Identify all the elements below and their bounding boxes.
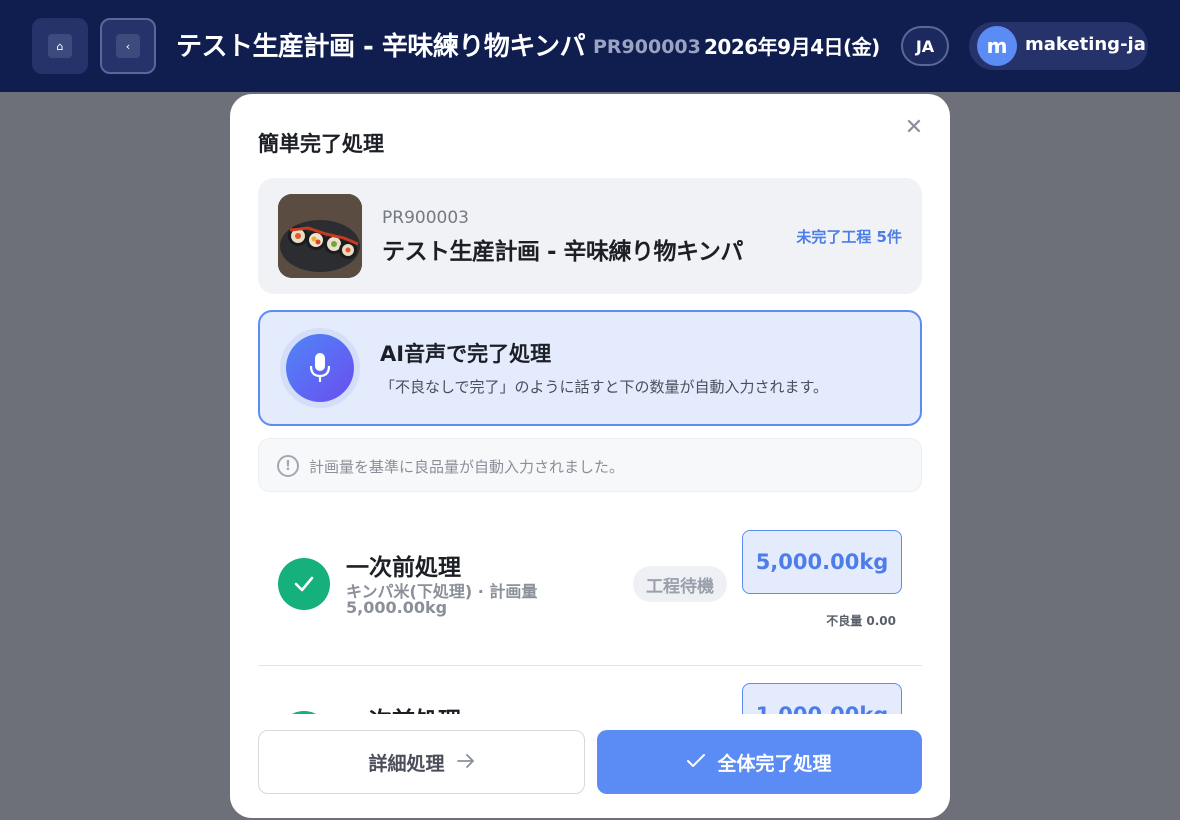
modal-title: 簡単完了処理 <box>258 132 384 156</box>
username: maketing-ja <box>1025 34 1146 55</box>
app-header: ⌂ ‹ テスト生産計画 - 辛味練り物キンパ PR900003 2026年9月4… <box>0 0 1180 92</box>
plan-code: PR900003 <box>593 36 701 58</box>
ai-voice-panel[interactable]: AI音声で完了処理 「不良なしで完了」のように話すと下の数量が自動入力されます。 <box>258 310 922 426</box>
home-icon: ⌂ <box>48 34 72 58</box>
chevron-left-icon: ‹ <box>116 34 140 58</box>
product-image <box>278 194 362 278</box>
quick-complete-modal: 簡単完了処理 ✕ PR900003 テスト生産計画 - 辛味練り物キンパ 未完了… <box>230 94 950 818</box>
notice-text: 計画量を基準に良品量が自動入力されました。 <box>309 458 625 476</box>
product-card: PR900003 テスト生産計画 - 辛味練り物キンパ 未完了工程 5件 <box>258 178 922 294</box>
page-title: テスト生産計画 - 辛味練り物キンパ <box>176 32 586 62</box>
user-menu[interactable]: m maketing-ja <box>969 22 1148 70</box>
process-subtitle: キンパ米(下処理) · 計画量 5,000.00kg <box>346 582 538 617</box>
check-icon <box>687 751 706 773</box>
microphone-icon[interactable] <box>286 334 354 402</box>
current-date: 2026年9月4日(金) <box>704 35 880 59</box>
process-row[interactable]: 一次前処理 キンパ米(下処理) · 計画量 5,000.00kg 工程待機 5,… <box>258 514 922 666</box>
ai-voice-title: AI音声で完了処理 <box>380 342 552 366</box>
status-badge: 工程待機 <box>633 566 727 602</box>
info-icon: ! <box>277 455 299 477</box>
close-icon[interactable]: ✕ <box>902 116 926 140</box>
complete-all-label: 全体完了処理 <box>717 752 832 775</box>
process-name: 一次前処理 <box>346 555 461 581</box>
language-button[interactable]: JA <box>901 26 949 66</box>
defect-quantity: 不良量 0.00 <box>826 614 896 628</box>
detail-button-label: 詳細処理 <box>368 752 445 775</box>
check-icon[interactable] <box>278 558 330 610</box>
back-button[interactable]: ‹ <box>100 18 156 74</box>
complete-all-button[interactable]: 全体完了処理 <box>597 730 922 794</box>
product-name: テスト生産計画 - 辛味練り物キンパ <box>382 239 743 265</box>
auto-fill-notice: ! 計画量を基準に良品量が自動入力されました。 <box>258 438 922 492</box>
product-code: PR900003 <box>382 208 469 228</box>
arrow-right-icon <box>456 751 475 773</box>
home-button[interactable]: ⌂ <box>32 18 88 74</box>
avatar: m <box>977 26 1017 66</box>
detail-process-button[interactable]: 詳細処理 <box>258 730 585 794</box>
remaining-steps-badge: 未完了工程 5件 <box>796 228 902 246</box>
ai-voice-description: 「不良なしで完了」のように話すと下の数量が自動入力されます。 <box>380 378 829 396</box>
quantity-input[interactable]: 5,000.00kg <box>742 530 902 594</box>
modal-footer: 詳細処理 全体完了処理 <box>230 714 950 818</box>
